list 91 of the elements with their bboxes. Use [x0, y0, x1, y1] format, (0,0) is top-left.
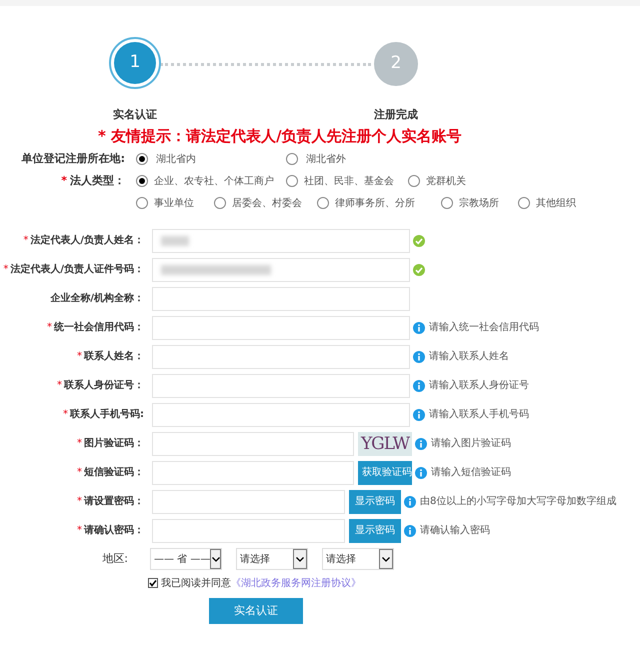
field-label: 联系人姓名：	[84, 350, 144, 364]
submit-button[interactable]: 实名认证	[209, 598, 303, 624]
field-label: 请设置密码：	[84, 494, 144, 509]
step-label: 实名认证	[112, 107, 158, 123]
input-field[interactable]	[152, 316, 410, 340]
option-label: 律师事务所、分所	[335, 196, 415, 210]
radio-button[interactable]	[136, 197, 148, 209]
input-field[interactable]	[152, 460, 354, 484]
field-label: 短信验证码：	[84, 466, 144, 480]
agreement-link[interactable]: 《湖北政务服务网注册协议》	[231, 576, 361, 590]
input-field[interactable]	[152, 286, 410, 310]
radio-button[interactable]	[286, 153, 298, 165]
option-label: 居委会、村委会	[232, 196, 302, 210]
field-label: 企业全称/机构全称：	[50, 292, 144, 306]
radio-button[interactable]	[317, 197, 329, 209]
field-label: 联系人手机号码:	[70, 408, 144, 422]
input-field[interactable]	[152, 344, 410, 368]
hint-text: 请输入联系人姓名	[429, 350, 509, 364]
field-label: 单位登记注册所在地:	[20, 150, 126, 167]
info-icon	[415, 466, 427, 478]
hint-text: 请确认输入密码	[420, 524, 490, 538]
dropdown-caret-icon	[210, 549, 221, 569]
required-mark: *	[77, 437, 82, 451]
field-label: 法定代表人/负责人证件号码：	[10, 262, 144, 277]
input-field[interactable]	[152, 258, 410, 282]
info-icon	[404, 524, 416, 536]
radio-button[interactable]	[136, 153, 148, 165]
agreement-text: 我已阅读并同意	[161, 576, 231, 590]
hint-text: 请输入统一社会信用代码	[429, 320, 539, 335]
check-icon	[413, 234, 425, 246]
notice-text: * 友情提示：请法定代表人/负责人先注册个人实名账号	[98, 127, 462, 145]
field-label: 法定代表人/负责人姓名：	[30, 233, 144, 248]
field-label: 请确认密码：	[84, 524, 144, 538]
field-label: 联系人身份证号：	[64, 378, 144, 393]
required-mark: *	[77, 524, 82, 538]
option-label: 宗教场所	[459, 196, 499, 210]
hint-text: 由8位以上的小写字母加大写字母加数字组成	[420, 494, 616, 509]
required-mark: *	[3, 263, 8, 277]
required-mark: *	[63, 408, 68, 422]
dropdown-caret-icon	[379, 549, 393, 569]
checkbox[interactable]	[148, 578, 158, 588]
required-mark: *	[23, 234, 28, 248]
info-icon	[413, 380, 425, 392]
input-field[interactable]	[152, 432, 354, 456]
hint-text: 请输入短信验证码	[431, 466, 511, 480]
select-field[interactable]: —— 省 ——	[150, 548, 222, 570]
radio-button[interactable]	[286, 175, 298, 187]
hint-text: 请输入联系人身份证号	[429, 378, 529, 393]
get-code-button[interactable]: 获取验证码	[358, 460, 412, 484]
select-field[interactable]: 请选择	[322, 548, 394, 570]
input-field[interactable]	[152, 402, 410, 426]
option-label: 企业、农专社、个体工商户	[154, 174, 274, 188]
hint-text: 请输入联系人手机号码	[429, 408, 529, 422]
required-mark: *	[57, 379, 62, 393]
input-field[interactable]	[152, 518, 345, 542]
radio-button[interactable]	[214, 197, 226, 209]
input-field[interactable]	[152, 374, 410, 398]
info-icon	[404, 496, 416, 508]
field-label: 地区:	[101, 550, 129, 567]
required-mark: *	[77, 466, 82, 480]
info-icon	[413, 408, 425, 420]
option-label: 湖北省内	[156, 152, 196, 166]
show-password-button[interactable]: 显示密码	[349, 518, 401, 542]
field-label: 法人类型：	[70, 172, 125, 189]
info-icon	[413, 350, 425, 362]
check-icon	[413, 264, 425, 276]
info-icon	[415, 438, 427, 450]
option-label: 社团、民非、基金会	[304, 174, 394, 188]
field-label: 图片验证码：	[84, 436, 144, 451]
field-label: 统一社会信用代码：	[54, 320, 144, 335]
dropdown-caret-icon	[293, 549, 307, 569]
show-password-button[interactable]: 显示密码	[349, 490, 401, 514]
required-mark: *	[77, 350, 82, 364]
radio-button[interactable]	[136, 175, 148, 187]
info-icon	[413, 322, 425, 334]
required-mark: *	[61, 172, 67, 189]
input-field[interactable]	[152, 228, 410, 252]
step-label: 注册完成	[373, 107, 419, 123]
captcha-image[interactable]: YGLW	[358, 432, 412, 456]
required-mark: *	[47, 321, 52, 335]
radio-button[interactable]	[518, 197, 530, 209]
option-label: 事业单位	[154, 196, 194, 210]
option-label: 党群机关	[426, 174, 466, 188]
required-mark: *	[77, 495, 82, 509]
option-label: 湖北省外	[306, 152, 346, 166]
option-label: 其他组织	[536, 196, 576, 210]
radio-button[interactable]	[408, 175, 420, 187]
select-field[interactable]: 请选择	[236, 548, 308, 570]
radio-button[interactable]	[441, 197, 453, 209]
input-field[interactable]	[152, 490, 345, 514]
hint-text: 请输入图片验证码	[431, 436, 511, 451]
